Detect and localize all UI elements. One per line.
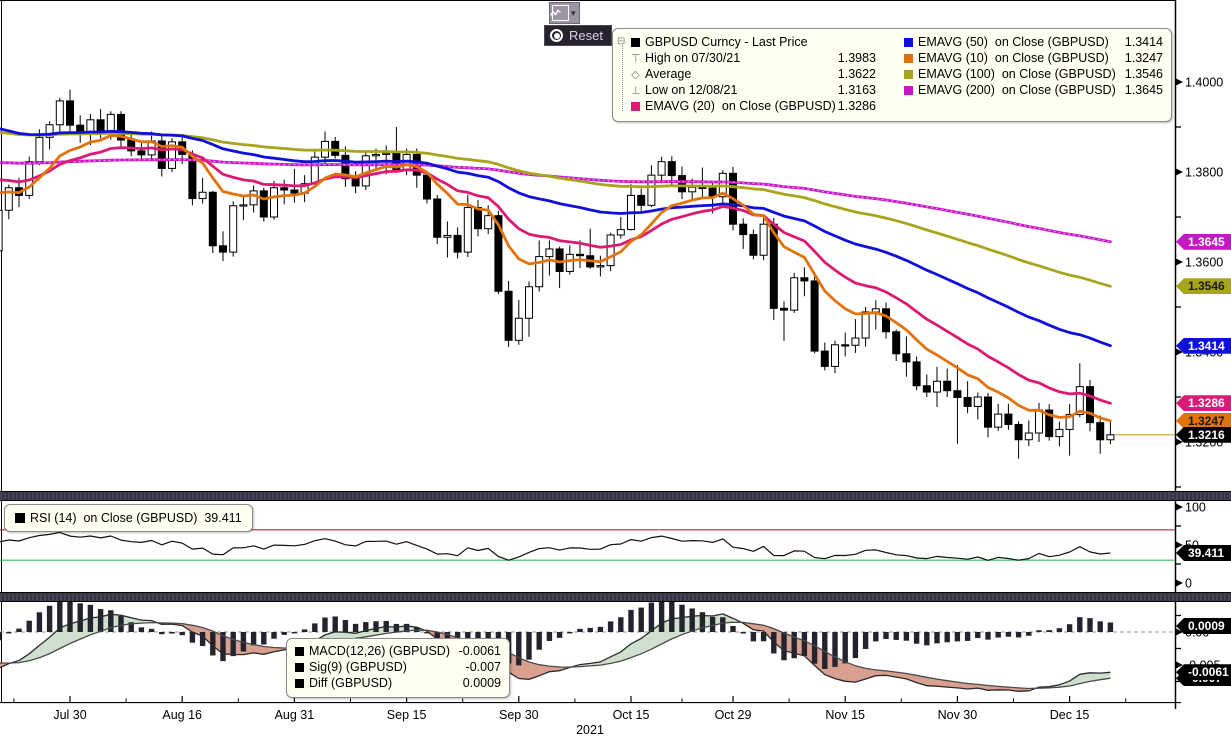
- legend-row-ema10[interactable]: EMAVG (10) on Close (GBPUSD) 1.3247: [904, 50, 1163, 66]
- legend-value: 1.3414: [1125, 35, 1163, 49]
- macd-legend[interactable]: MACD(12,26) (GBPUSD) -0.0061 Sig(9) (GBP…: [286, 638, 510, 698]
- chart-type-button[interactable]: ▾: [549, 2, 580, 24]
- legend-value: 1.3286: [838, 99, 876, 113]
- panel-separator-handle[interactable]: [0, 592, 1231, 602]
- legend-value: 1.3247: [1125, 51, 1163, 65]
- chevron-down-icon: ▾: [571, 8, 576, 19]
- x-tick-label: Nov 15: [825, 708, 865, 722]
- legend-row-low[interactable]: ⊥ Low on 12/08/21 1.3163: [631, 82, 876, 98]
- rsi-axis-label: 100: [1185, 501, 1206, 515]
- legend-label: EMAVG (10) on Close (GBPUSD): [918, 51, 1109, 65]
- macd-label: MACD(12,26) (GBPUSD): [309, 644, 450, 658]
- chart-window: 1.40001.38001.36001.34001.3200 100500 0.…: [0, 0, 1231, 740]
- legend-row-high[interactable]: ⊤ High on 07/30/21 1.3983: [631, 50, 876, 66]
- rsi-axis-label: 0: [1185, 577, 1192, 591]
- line-chart-icon: [552, 5, 569, 21]
- ema50-swatch: [904, 38, 913, 47]
- legend-right-column: EMAVG (50) on Close (GBPUSD) 1.3414 EMAV…: [904, 34, 1163, 117]
- rsi-swatch: [15, 513, 25, 523]
- legend-left-column: GBPUSD Curncy - Last Price ⊤ High on 07/…: [631, 34, 876, 117]
- macd-legend-row: MACD(12,26) (GBPUSD) -0.0061: [295, 643, 501, 659]
- ema200-swatch: [904, 86, 913, 95]
- x-tick-label: Aug 31: [275, 708, 315, 722]
- price-badge-1.3216: 1.3216: [1176, 427, 1231, 443]
- macd-histogram: [0, 602, 1113, 669]
- diff-swatch: [295, 679, 304, 688]
- panel-separator-handle[interactable]: [0, 491, 1231, 501]
- price-badge-1.3247: 1.3247: [1176, 413, 1231, 429]
- reset-button-label: Reset: [569, 28, 603, 43]
- x-tick-label: Sep 15: [387, 708, 427, 722]
- ema-overlays: [0, 129, 1110, 421]
- legend-value: 1.3163: [838, 83, 876, 97]
- x-tick-label: Oct 29: [715, 708, 752, 722]
- diff-value: 0.0009: [463, 676, 501, 690]
- legend-label: EMAVG (200) on Close (GBPUSD): [918, 83, 1116, 97]
- legend-label: EMAVG (20) on Close (GBPUSD): [645, 99, 836, 113]
- legend-label: Low on 12/08/21: [645, 83, 737, 97]
- macd-value: -0.0061: [459, 644, 501, 658]
- rsi-line: [0, 532, 1110, 560]
- ema10-swatch: [904, 54, 913, 63]
- series-swatch: [631, 38, 640, 47]
- x-tick-label: Oct 15: [613, 708, 650, 722]
- rsi-legend-label: RSI (14) on Close (GBPUSD) 39.411: [30, 511, 242, 525]
- price-axis-label: 1.3800: [1185, 166, 1223, 180]
- x-axis-year-label: 2021: [560, 723, 620, 737]
- macd-swatch: [295, 647, 304, 656]
- x-tick-label: Jul 30: [53, 708, 86, 722]
- legend-row-average[interactable]: ◇ Average 1.3622: [631, 66, 876, 82]
- ema-line-200: [0, 160, 1110, 242]
- legend-row-ema100[interactable]: EMAVG (100) on Close (GBPUSD) 1.3546: [904, 66, 1163, 82]
- legend-value: 1.3645: [1125, 83, 1163, 97]
- legend-value: 1.3983: [838, 51, 876, 65]
- price-axis-label: 1.3600: [1185, 256, 1223, 270]
- sig-label: Sig(9) (GBPUSD): [309, 660, 407, 674]
- diff-label: Diff (GBPUSD): [309, 676, 392, 690]
- macd-badge--0.0061: -0.0061: [1176, 664, 1231, 680]
- ema-line-20: [0, 148, 1110, 404]
- macd-panel[interactable]: 0.00-0.005: [0, 602, 1231, 702]
- macd-legend-row: Diff (GBPUSD) 0.0009: [295, 675, 501, 691]
- legend-row-ema20[interactable]: EMAVG (20) on Close (GBPUSD) 1.3286: [631, 98, 876, 114]
- x-tick-label: Aug 16: [162, 708, 202, 722]
- price-badge-1.3546: 1.3546: [1176, 278, 1231, 294]
- price-badge-1.3645: 1.3645: [1176, 234, 1231, 250]
- legend-label: GBPUSD Curncy - Last Price: [645, 35, 808, 49]
- low-marker-icon: ⊥: [631, 84, 640, 97]
- price-axis-label: 1.4000: [1185, 76, 1223, 90]
- rsi-value-badge: 39.411: [1176, 545, 1231, 561]
- average-marker-icon: ◇: [631, 68, 640, 81]
- legend-label: High on 07/30/21: [645, 51, 740, 65]
- x-tick-label: Sep 30: [499, 708, 539, 722]
- ema-texture-200: [0, 160, 1110, 242]
- price-legend[interactable]: ⊟ GBPUSD Curncy - Last Price ⊤ High on 0…: [612, 28, 1172, 122]
- legend-row-last-price[interactable]: GBPUSD Curncy - Last Price: [631, 34, 876, 50]
- legend-label: Average: [645, 67, 691, 81]
- legend-label: EMAVG (100) on Close (GBPUSD): [918, 67, 1116, 81]
- rsi-legend[interactable]: RSI (14) on Close (GBPUSD) 39.411: [4, 504, 253, 532]
- reset-icon: [550, 29, 563, 42]
- legend-value: 1.3622: [838, 67, 876, 81]
- high-marker-icon: ⊤: [631, 52, 640, 65]
- price-badge-1.3286: 1.3286: [1176, 395, 1231, 411]
- sig-swatch: [295, 663, 304, 672]
- macd-legend-row: Sig(9) (GBPUSD) -0.007: [295, 659, 501, 675]
- x-tick-label: Nov 30: [938, 708, 978, 722]
- legend-row-ema200[interactable]: EMAVG (200) on Close (GBPUSD) 1.3645: [904, 82, 1163, 98]
- legend-value: 1.3546: [1125, 67, 1163, 81]
- x-tick-label: Dec 15: [1050, 708, 1090, 722]
- ema100-swatch: [904, 70, 913, 79]
- legend-tree-line: [622, 45, 623, 111]
- macd-badge-0.0009: 0.0009: [1176, 618, 1231, 634]
- legend-row-ema50[interactable]: EMAVG (50) on Close (GBPUSD) 1.3414: [904, 34, 1163, 50]
- ema20-swatch: [631, 102, 640, 111]
- reset-button[interactable]: Reset: [544, 25, 612, 46]
- legend-label: EMAVG (50) on Close (GBPUSD): [918, 35, 1109, 49]
- sig-value: -0.007: [466, 660, 501, 674]
- price-badge-1.3414: 1.3414: [1176, 338, 1231, 354]
